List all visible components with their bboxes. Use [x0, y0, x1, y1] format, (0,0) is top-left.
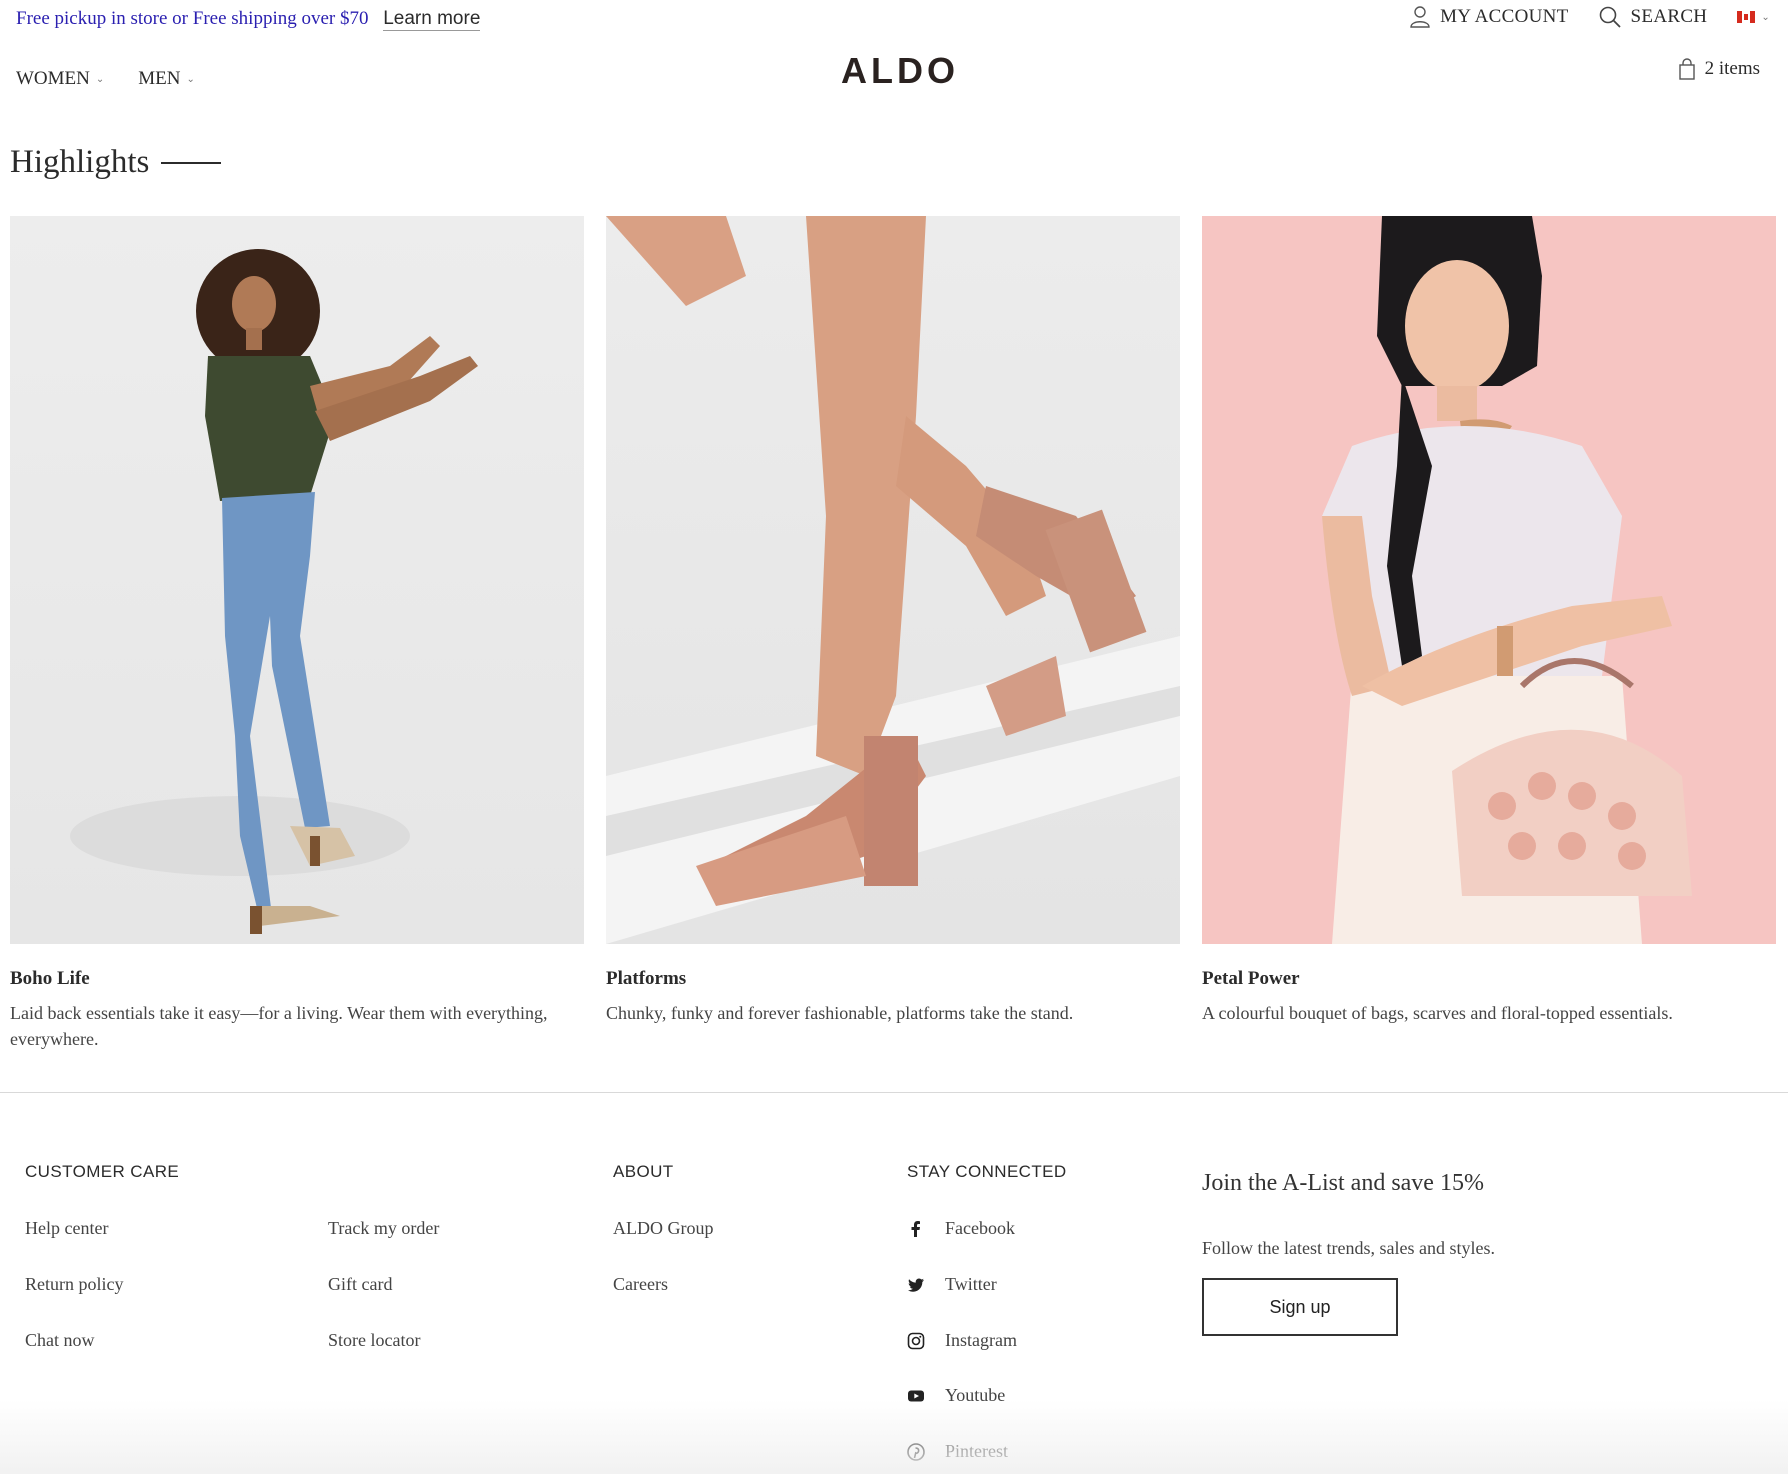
canada-flag-icon: [1737, 11, 1756, 23]
my-account-label: MY ACCOUNT: [1440, 6, 1569, 27]
pinterest-label: Pinterest: [945, 1441, 1008, 1461]
search-link[interactable]: SEARCH: [1599, 6, 1708, 28]
country-selector[interactable]: ⌄: [1737, 11, 1770, 23]
return-policy-link[interactable]: Return policy: [25, 1274, 123, 1295]
highlight-card: Boho Life Laid back essentials take it e…: [10, 216, 584, 1052]
search-label: SEARCH: [1630, 6, 1708, 27]
join-subtitle: Follow the latest trends, sales and styl…: [1202, 1238, 1495, 1258]
section-title: Highlights: [10, 144, 222, 181]
stay-connected-heading: STAY CONNECTED: [907, 1162, 1067, 1181]
svg-text:ALDO: ALDO: [841, 50, 959, 90]
highlight-card: Petal Power A colourful bouquet of bags,…: [1202, 216, 1776, 1026]
chevron-down-icon: ⌄: [95, 73, 105, 85]
nav-men-label: MEN: [138, 68, 181, 89]
track-order-link[interactable]: Track my order: [328, 1218, 439, 1239]
nav-women[interactable]: WOMEN ⌄: [16, 68, 104, 90]
card-title[interactable]: Platforms: [606, 968, 1180, 990]
bottom-fade: [0, 1400, 1788, 1474]
platforms-image[interactable]: [606, 216, 1180, 944]
chat-now-link[interactable]: Chat now: [25, 1330, 95, 1351]
facebook-label: Facebook: [945, 1218, 1015, 1238]
card-description: Laid back essentials take it easy—for a …: [10, 1003, 548, 1049]
pinterest-link[interactable]: Pinterest: [907, 1441, 1008, 1462]
footer-divider: [0, 1092, 1788, 1093]
pinterest-icon: [907, 1442, 925, 1461]
highlight-card: Platforms Chunky, funky and forever fash…: [606, 216, 1180, 1026]
facebook-link[interactable]: Facebook: [907, 1218, 1015, 1239]
highlights-title: Highlights: [10, 144, 150, 180]
twitter-link[interactable]: Twitter: [907, 1274, 997, 1295]
about-heading: ABOUT: [613, 1162, 674, 1181]
careers-link[interactable]: Careers: [613, 1274, 668, 1295]
boho-life-photo: [70, 249, 478, 934]
learn-more-link[interactable]: Learn more: [383, 8, 481, 31]
instagram-label: Instagram: [945, 1330, 1017, 1350]
promo-text: Free pickup in store or Free shipping ov…: [16, 8, 369, 29]
petal-power-photo: [1322, 216, 1692, 944]
search-icon: [1599, 6, 1621, 28]
twitter-label: Twitter: [945, 1274, 997, 1294]
chevron-down-icon: ⌄: [186, 73, 195, 85]
chevron-down-icon: ⌄: [1761, 11, 1770, 23]
shopping-bag-icon: [1678, 58, 1695, 80]
aldo-logo[interactable]: ALDO: [826, 50, 974, 90]
youtube-link[interactable]: Youtube: [907, 1385, 1005, 1406]
gift-card-link[interactable]: Gift card: [328, 1274, 392, 1295]
youtube-icon: [908, 1390, 924, 1401]
nav-women-label: WOMEN: [16, 68, 90, 89]
cart-link[interactable]: 2 items: [1678, 58, 1760, 80]
platforms-photo: [606, 216, 1180, 944]
customer-care-heading: CUSTOMER CARE: [25, 1162, 180, 1181]
store-locator-link[interactable]: Store locator: [328, 1330, 420, 1351]
facebook-icon: [911, 1220, 920, 1237]
card-description: A colourful bouquet of bags, scarves and…: [1202, 1003, 1673, 1023]
join-title: Join the A-List and save 15%: [1202, 1170, 1484, 1196]
sign-up-button[interactable]: Sign up: [1202, 1278, 1398, 1336]
instagram-link[interactable]: Instagram: [907, 1330, 1017, 1351]
instagram-icon: [907, 1332, 925, 1349]
nav-men[interactable]: MEN ⌄: [138, 68, 195, 90]
help-center-link[interactable]: Help center: [25, 1218, 108, 1239]
promo-bar: Free pickup in store or Free shipping ov…: [16, 8, 481, 31]
cart-count: 2 items: [1704, 58, 1760, 79]
twitter-icon: [908, 1278, 924, 1292]
aldo-group-link[interactable]: ALDO Group: [613, 1218, 714, 1239]
title-rule: [161, 161, 222, 164]
main-nav: WOMEN ⌄ MEN ⌄: [16, 68, 195, 90]
youtube-label: Youtube: [945, 1385, 1006, 1405]
my-account-link[interactable]: MY ACCOUNT: [1410, 6, 1568, 28]
card-title[interactable]: Petal Power: [1202, 968, 1776, 990]
card-title[interactable]: Boho Life: [10, 968, 584, 990]
user-icon: [1410, 6, 1430, 28]
boho-life-image[interactable]: [10, 216, 584, 944]
utility-links: MY ACCOUNT SEARCH ⌄: [1410, 6, 1770, 28]
card-description: Chunky, funky and forever fashionable, p…: [606, 1003, 1074, 1023]
petal-power-image[interactable]: [1202, 216, 1776, 944]
